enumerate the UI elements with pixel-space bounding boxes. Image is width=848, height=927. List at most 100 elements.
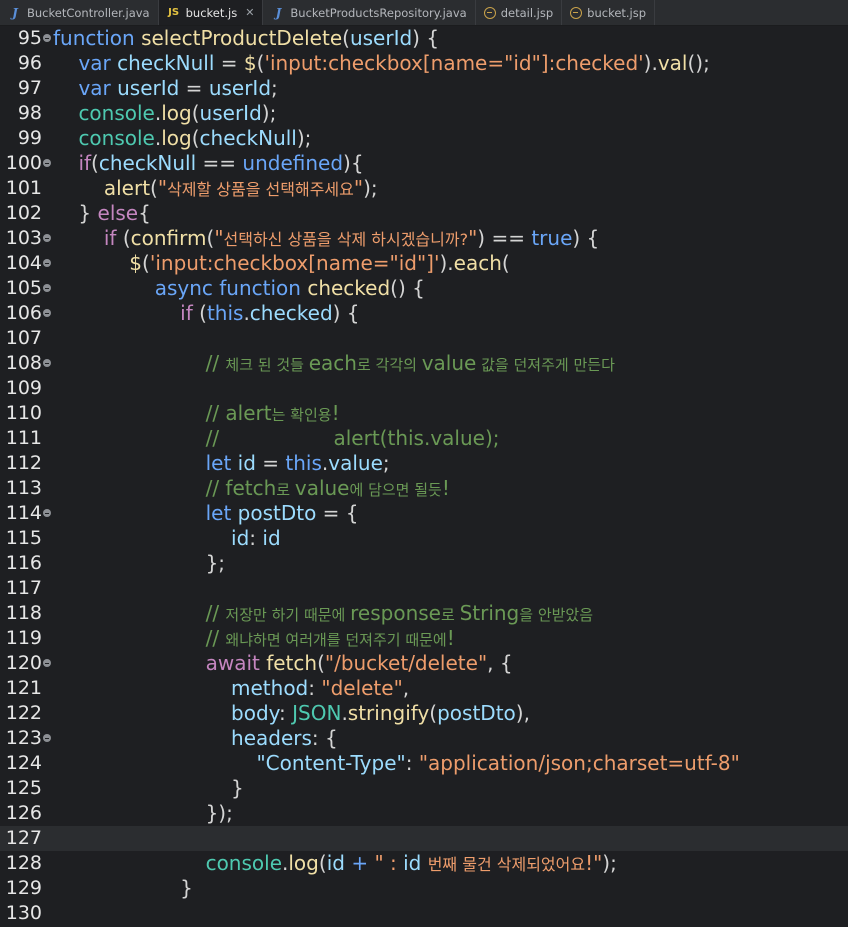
line-number: 114 bbox=[5, 502, 42, 524]
code-token: ( bbox=[122, 226, 131, 250]
close-icon[interactable]: ✕ bbox=[245, 6, 254, 19]
code-token: 삭제할 상품을 선택해주세요 bbox=[167, 180, 354, 199]
code-line[interactable]: 103 if (confirm("선택하신 상품을 삭제 하시겠습니까?") =… bbox=[0, 226, 848, 251]
line-number: 101 bbox=[5, 177, 42, 199]
code-line[interactable]: 99 console.log(checkNull); bbox=[0, 126, 848, 151]
tab-bucketcontroller-java[interactable]: J BucketController.java bbox=[0, 0, 159, 25]
code-line[interactable]: 105 async function checked() { bbox=[0, 276, 848, 301]
code-line[interactable]: 111 // alert(this.value); bbox=[0, 426, 848, 451]
code-line[interactable]: 126 }); bbox=[0, 801, 848, 826]
code-line[interactable]: 117 bbox=[0, 576, 848, 601]
code-line[interactable]: 96 var checkNull = $('input:checkbox[nam… bbox=[0, 51, 848, 76]
code-line[interactable]: 112 let id = this.value; bbox=[0, 451, 848, 476]
fold-collapse-icon[interactable] bbox=[43, 659, 51, 667]
code-token: // alert bbox=[205, 401, 272, 425]
code-token: each bbox=[308, 351, 357, 375]
code-token: : bbox=[308, 676, 322, 700]
code-line[interactable]: 114 let postDto = { bbox=[0, 501, 848, 526]
code-text: }; bbox=[53, 551, 225, 576]
code-line[interactable]: 110 // alert는 확인용! bbox=[0, 401, 848, 426]
fold-collapse-icon[interactable] bbox=[43, 259, 51, 267]
code-token: ( bbox=[91, 151, 99, 175]
line-number: 98 bbox=[17, 102, 42, 124]
code-line[interactable]: 109 bbox=[0, 376, 848, 401]
tab-bucket-js[interactable]: JS bucket.js ✕ bbox=[158, 0, 264, 25]
code-line[interactable]: 121 method: "delete", bbox=[0, 676, 848, 701]
code-line[interactable]: 129 } bbox=[0, 876, 848, 901]
code-token: () { bbox=[390, 276, 425, 300]
code-text: let postDto = { bbox=[53, 501, 359, 526]
code-line[interactable]: 104 $('input:checkbox[name="id"]').each( bbox=[0, 251, 848, 276]
code-line[interactable]: 122 body: JSON.stringify(postDto), bbox=[0, 701, 848, 726]
line-number: 108 bbox=[5, 352, 42, 374]
code-line[interactable]: 97 var userId = userId; bbox=[0, 76, 848, 101]
code-line[interactable]: 106 if (this.checked) { bbox=[0, 301, 848, 326]
code-line[interactable]: 124 "Content-Type": "application/json;ch… bbox=[0, 751, 848, 776]
code-line[interactable]: 123 headers: { bbox=[0, 726, 848, 751]
fold-collapse-icon[interactable] bbox=[43, 734, 51, 742]
line-number: 110 bbox=[5, 402, 42, 424]
fold-collapse-icon[interactable] bbox=[43, 234, 51, 242]
code-line[interactable]: 107 bbox=[0, 326, 848, 351]
code-line[interactable]: 101 alert("삭제할 상품을 선택해주세요"); bbox=[0, 176, 848, 201]
tab-detail-jsp[interactable]: detail.jsp bbox=[476, 0, 563, 25]
code-line[interactable]: 127 bbox=[0, 826, 848, 851]
code-line[interactable]: 119 // 왜냐하면 여러개를 던져주기 때문에! bbox=[0, 626, 848, 651]
code-token: this bbox=[206, 301, 244, 325]
code-line[interactable]: 130 bbox=[0, 901, 848, 926]
line-number: 111 bbox=[5, 427, 42, 449]
code-token: checked bbox=[249, 301, 333, 325]
code-line[interactable]: 118 // 저장만 하기 때문에 response로 String을 안받았음 bbox=[0, 601, 848, 626]
code-line[interactable]: 116 }; bbox=[0, 551, 848, 576]
code-line[interactable]: 98 console.log(userId); bbox=[0, 101, 848, 126]
code-token: checkNull bbox=[98, 151, 197, 175]
code-line[interactable]: 102 } else{ bbox=[0, 201, 848, 226]
line-number: 122 bbox=[5, 702, 42, 724]
code-line[interactable]: 100 if(checkNull == undefined){ bbox=[0, 151, 848, 176]
tab-bucketproductsrepository-java[interactable]: J BucketProductsRepository.java bbox=[263, 0, 476, 25]
code-token: { bbox=[138, 201, 151, 225]
code-editor[interactable]: 95 function selectProductDelete(userId) {… bbox=[0, 26, 848, 927]
code-line[interactable]: 125 } bbox=[0, 776, 848, 801]
code-token: ; bbox=[382, 451, 390, 475]
fold-collapse-icon[interactable] bbox=[43, 359, 51, 367]
fold-collapse-icon[interactable] bbox=[43, 509, 51, 517]
code-token: var bbox=[78, 76, 118, 100]
line-number: 113 bbox=[5, 477, 42, 499]
code-token: log bbox=[161, 126, 192, 150]
code-token: ( bbox=[199, 301, 207, 325]
code-line[interactable]: 128 console.log(id + " : id 번째 물건 삭제되었어요… bbox=[0, 851, 848, 876]
code-token: }); bbox=[53, 801, 233, 825]
code-token: 저장만 하기 때문에 bbox=[225, 606, 351, 624]
code-token: ( bbox=[191, 101, 200, 125]
fold-collapse-icon[interactable] bbox=[43, 34, 51, 42]
fold-collapse-icon[interactable] bbox=[43, 284, 51, 292]
line-number: 109 bbox=[5, 377, 42, 399]
code-token: true bbox=[531, 226, 573, 250]
fold-collapse-icon[interactable] bbox=[43, 159, 51, 167]
code-token: 'input:checkbox[name="id"]:checked' bbox=[264, 51, 644, 75]
code-line[interactable]: 108 // 체크 된 것들 each로 각각의 value 값을 던져주게 만… bbox=[0, 351, 848, 376]
tab-bucket-jsp[interactable]: bucket.jsp bbox=[562, 0, 656, 25]
code-token: ( bbox=[317, 651, 325, 675]
code-line[interactable]: 115 id: id bbox=[0, 526, 848, 551]
code-text: method: "delete", bbox=[53, 676, 409, 701]
code-token: 로 각각의 bbox=[356, 356, 422, 374]
code-line[interactable]: 120 await fetch("/bucket/delete", { bbox=[0, 651, 848, 676]
fold-collapse-icon[interactable] bbox=[43, 309, 51, 317]
line-number: 125 bbox=[5, 777, 42, 799]
code-line[interactable]: 113 // fetch로 value에 담으면 될듯! bbox=[0, 476, 848, 501]
code-line[interactable]: 95 function selectProductDelete(userId) { bbox=[0, 26, 848, 51]
code-token: 을 안받았음 bbox=[519, 606, 594, 624]
